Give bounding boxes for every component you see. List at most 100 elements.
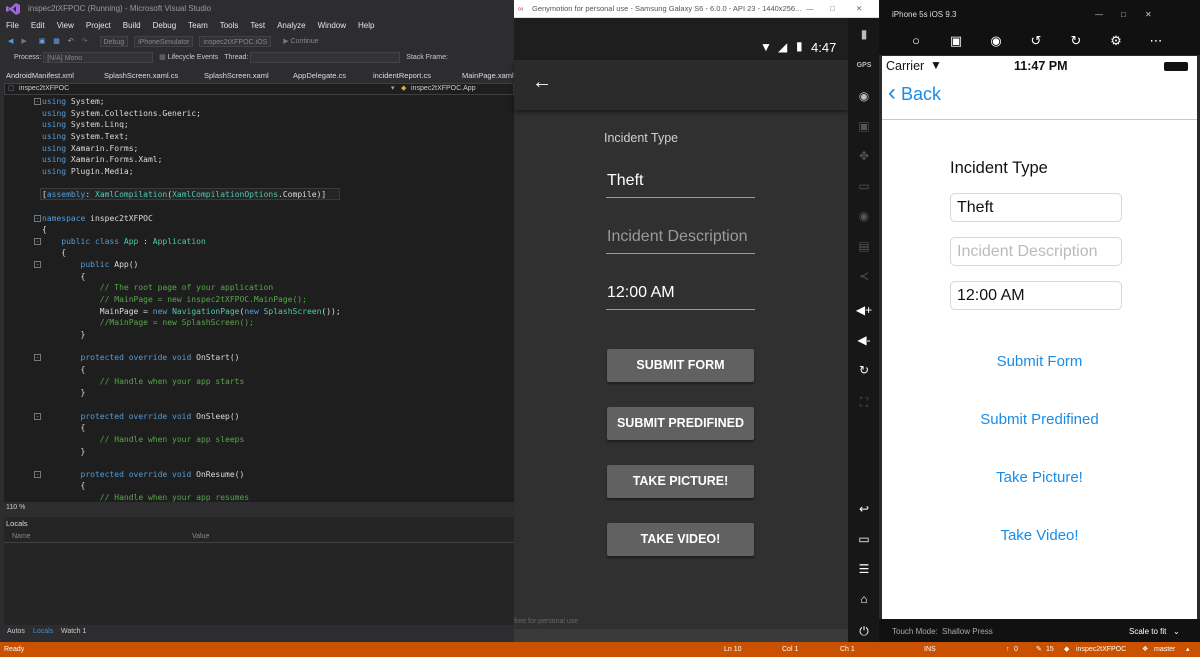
recent-apps-icon[interactable]: ▭ xyxy=(854,531,874,547)
submit-form-button[interactable]: Submit Form xyxy=(882,353,1197,370)
submit-form-button[interactable]: SUBMIT FORM xyxy=(607,349,754,382)
menu-build[interactable]: Build xyxy=(123,18,141,33)
network-icon[interactable]: ◉ xyxy=(854,208,874,224)
gear-icon[interactable]: ⚙ xyxy=(1107,32,1125,50)
capture-icon[interactable]: ▣ xyxy=(854,118,874,134)
sms-icon[interactable]: ▤ xyxy=(854,238,874,254)
maximize-icon[interactable]: □ xyxy=(830,0,835,18)
code-line[interactable]: { xyxy=(42,364,86,375)
undo-icon[interactable]: ↶ xyxy=(68,38,74,45)
code-line[interactable]: // Handle when your app resumes xyxy=(42,492,249,502)
collapse-toggle[interactable]: - xyxy=(34,237,41,245)
collapse-toggle[interactable]: - xyxy=(34,470,41,478)
forward-arrow-icon[interactable]: ▶ xyxy=(21,38,26,45)
code-line[interactable]: using System.Text; xyxy=(42,131,129,142)
code-line[interactable]: using Xamarin.Forms; xyxy=(42,143,138,154)
menu-team[interactable]: Team xyxy=(188,18,208,33)
menu-project[interactable]: Project xyxy=(86,18,111,33)
code-line[interactable]: } xyxy=(42,446,86,457)
save-all-icon[interactable]: ▦ xyxy=(53,38,60,45)
redo-icon[interactable]: ↷ xyxy=(82,38,88,45)
save-icon[interactable]: ▣ xyxy=(39,38,46,45)
collapse-toggle[interactable]: - xyxy=(34,354,41,362)
lock-icon[interactable]: ▣ xyxy=(947,32,965,50)
tab-autos[interactable]: Autos xyxy=(7,625,25,639)
android-back-icon[interactable]: ↩ xyxy=(854,501,874,517)
code-line[interactable]: } xyxy=(42,329,86,340)
menu-edit[interactable]: Edit xyxy=(31,18,45,33)
close-icon[interactable]: ✕ xyxy=(1145,0,1152,30)
status-unpushed[interactable]: 0 xyxy=(1014,642,1018,657)
code-line[interactable]: using Plugin.Media; xyxy=(42,166,134,177)
volume-down-icon[interactable]: ◀- xyxy=(854,332,874,348)
chevron-down-icon[interactable]: ▾ xyxy=(391,84,395,94)
startup-project-dropdown[interactable]: inspec2tXFPOC.iOS xyxy=(199,35,272,47)
continue-button[interactable]: ▶ Continue xyxy=(283,38,318,45)
status-changes[interactable]: 15 xyxy=(1046,642,1054,657)
identifiers-icon[interactable]: ▭ xyxy=(854,178,874,194)
incident-time-field[interactable]: 12:00 AM xyxy=(606,282,755,310)
battery-widget-icon[interactable]: ▮ xyxy=(854,26,874,42)
code-line[interactable]: MainPage = new NavigationPage(new Splash… xyxy=(42,306,341,317)
platform-dropdown[interactable]: iPhoneSimulator xyxy=(134,35,194,47)
back-arrow-icon[interactable]: ← xyxy=(532,72,552,92)
more-icon[interactable]: ⋯ xyxy=(1147,32,1165,50)
code-line[interactable]: namespace inspec2tXFPOC xyxy=(42,213,153,224)
tab-locals[interactable]: Locals xyxy=(33,625,53,639)
menu-test[interactable]: Test xyxy=(250,18,265,33)
lifecycle-label[interactable]: Lifecycle Events xyxy=(168,54,219,61)
close-icon[interactable]: ✕ xyxy=(856,0,862,18)
move-icon[interactable]: ✥ xyxy=(854,148,874,164)
code-line[interactable]: { xyxy=(42,224,47,235)
code-line[interactable]: using System; xyxy=(42,96,105,107)
menu-window[interactable]: Window xyxy=(318,18,346,33)
take-video-button[interactable]: TAKE VIDEO! xyxy=(607,523,754,556)
tab-watch-1[interactable]: Watch 1 xyxy=(61,625,86,639)
config-dropdown[interactable]: Debug xyxy=(99,35,129,47)
minimize-icon[interactable]: — xyxy=(806,0,814,18)
maximize-icon[interactable]: □ xyxy=(1121,0,1126,30)
incident-type-field[interactable]: Theft xyxy=(950,193,1122,222)
incident-description-field[interactable]: Incident Description xyxy=(950,237,1122,266)
tab-incidentreport[interactable]: incidentReport.cs xyxy=(373,69,431,83)
code-line[interactable]: // Handle when your app sleeps xyxy=(42,434,245,445)
collapse-toggle[interactable]: - xyxy=(34,98,41,105)
tab-splashscreen-xaml-cs[interactable]: SplashScreen.xaml.cs xyxy=(104,69,178,83)
code-line[interactable]: // The root page of your application xyxy=(42,282,273,293)
rotate-left-icon[interactable]: ↺ xyxy=(1027,32,1045,50)
code-line[interactable]: // MainPage = new inspec2tXFPOC.MainPage… xyxy=(42,294,307,305)
menu-debug[interactable]: Debug xyxy=(153,18,177,33)
webcam-icon[interactable]: ◉ xyxy=(854,88,874,104)
code-line[interactable]: protected override void OnResume() xyxy=(42,469,245,480)
collapse-toggle[interactable]: - xyxy=(34,412,41,420)
code-line[interactable]: { xyxy=(42,247,66,258)
menu-analyze[interactable]: Analyze xyxy=(277,18,305,33)
thread-dropdown[interactable] xyxy=(250,51,401,63)
code-line[interactable]: protected override void OnStart() xyxy=(42,352,240,363)
incident-time-field[interactable]: 12:00 AM xyxy=(950,281,1122,310)
menu-icon[interactable]: ☰ xyxy=(854,561,874,577)
code-line[interactable]: using Xamarin.Forms.Xaml; xyxy=(42,154,162,165)
submit-predifined-button[interactable]: SUBMIT PREDIFINED xyxy=(607,407,754,440)
code-line[interactable]: using System.Linq; xyxy=(42,119,129,130)
home-icon[interactable]: ⌂ xyxy=(854,591,874,607)
status-branch[interactable]: master xyxy=(1154,642,1175,657)
code-line[interactable]: } xyxy=(42,387,86,398)
code-line[interactable]: public class App : Application xyxy=(42,236,206,247)
take-video-button[interactable]: Take Video! xyxy=(882,527,1197,544)
process-dropdown[interactable]: [N/A] Mono xyxy=(43,51,154,63)
gps-widget-icon[interactable]: GPS xyxy=(854,58,874,74)
code-line[interactable]: // Handle when your app starts xyxy=(42,376,245,387)
code-line[interactable]: //MainPage = new SplashScreen(); xyxy=(42,317,254,328)
share-icon[interactable]: ≺ xyxy=(854,268,874,284)
nav-class-dropdown[interactable]: inspec2tXFPOC.App xyxy=(411,84,476,94)
code-line[interactable]: { xyxy=(42,271,86,282)
collapse-toggle[interactable]: - xyxy=(34,261,41,269)
nav-project-dropdown[interactable]: inspec2tXFPOC xyxy=(19,84,69,94)
lifecycle-events-icon[interactable]: ▦ xyxy=(159,54,166,61)
tab-mainpage-xaml[interactable]: MainPage.xaml xyxy=(462,69,514,83)
rotate-icon[interactable]: ↻ xyxy=(854,362,874,378)
menu-help[interactable]: Help xyxy=(358,18,374,33)
home-button-icon[interactable]: ○ xyxy=(907,32,925,50)
back-arrow-icon[interactable]: ◀ xyxy=(8,38,13,45)
